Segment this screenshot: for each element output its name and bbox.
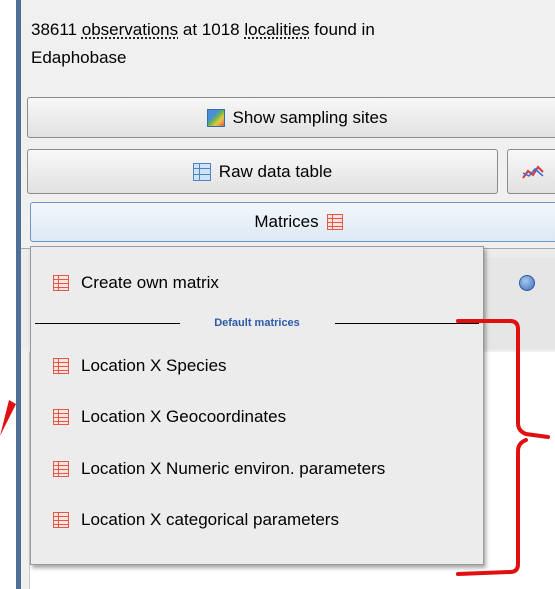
matrices-label: Matrices <box>254 212 319 231</box>
map-icon <box>206 108 225 127</box>
menu-item-location-categorical-parameters[interactable]: Location X categorical parameters <box>31 502 483 538</box>
table-icon <box>192 162 211 181</box>
matrices-button[interactable]: Matrices <box>30 202 555 242</box>
menu-item-location-species[interactable]: Location X Species <box>31 348 483 384</box>
left-margin <box>0 0 16 589</box>
menu-item-location-geocoordinates[interactable]: Location X Geocoordinates <box>31 399 483 435</box>
menu-item-create-own-matrix[interactable]: Create own matrix <box>31 265 483 301</box>
matrix-icon <box>53 275 69 291</box>
matrices-dropdown-menu: Create own matrix Default matrices Locat… <box>30 246 484 565</box>
show-sampling-sites-label: Show sampling sites <box>232 107 388 127</box>
observations-link[interactable]: observations <box>82 20 178 39</box>
localities-link[interactable]: localities <box>244 20 309 39</box>
raw-data-table-button[interactable]: Raw data table <box>27 149 498 194</box>
at-text: at <box>182 20 198 39</box>
help-icon[interactable] <box>519 275 535 291</box>
chart-button[interactable] <box>507 149 555 194</box>
found-in-text: found in <box>314 20 375 39</box>
source-name: Edaphobase <box>31 48 127 67</box>
menu-section-separator: Default matrices <box>35 315 479 331</box>
menu-item-label: Location X categorical parameters <box>81 510 339 529</box>
chart-icon <box>522 164 544 179</box>
results-summary: 38611 observations at 1018 localities fo… <box>31 16 511 72</box>
menu-item-label: Create own matrix <box>81 273 219 292</box>
tab-panel-header <box>483 258 555 350</box>
observation-count: 38611 <box>31 20 78 39</box>
matrix-icon <box>53 358 69 374</box>
matrix-icon <box>53 512 69 528</box>
matrix-icon <box>326 214 343 230</box>
menu-item-label: Location X Numeric environ. parameters <box>81 459 386 478</box>
menu-item-label: Location X Species <box>81 356 227 375</box>
raw-data-table-label: Raw data table <box>218 161 333 181</box>
menu-item-label: Location X Geocoordinates <box>81 407 287 426</box>
localities-count: 1018 <box>201 20 240 39</box>
separator-line-right <box>335 323 479 324</box>
matrix-icon <box>53 461 69 477</box>
menu-item-location-numeric-parameters[interactable]: Location X Numeric environ. parameters <box>31 451 483 487</box>
matrix-icon <box>53 409 69 425</box>
show-sampling-sites-button[interactable]: Show sampling sites <box>27 97 555 138</box>
